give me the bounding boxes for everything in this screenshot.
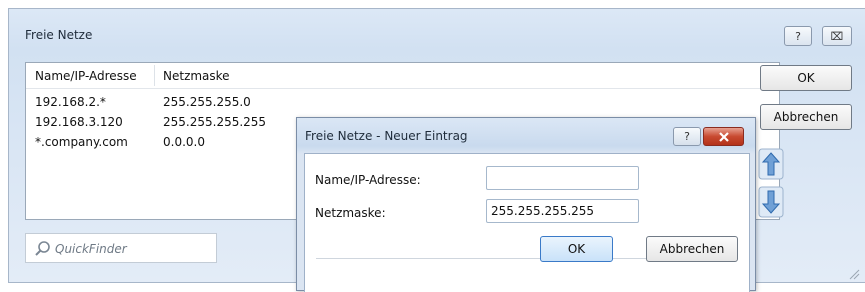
new-entry-ok-button[interactable]: OK <box>540 236 613 262</box>
cell-name: *.company.com <box>35 135 128 149</box>
ok-button[interactable]: OK <box>760 65 852 91</box>
new-entry-close-button[interactable] <box>703 127 744 146</box>
table-row[interactable]: 192.168.2.* 255.255.255.0 <box>26 95 779 115</box>
dialog-title: Freie Netze <box>25 28 93 42</box>
column-header-mask[interactable]: Netzmaske <box>163 69 230 83</box>
resize-grip-icon[interactable] <box>848 268 860 280</box>
arrow-down-icon <box>758 186 784 218</box>
new-entry-cancel-button[interactable]: Abbrechen <box>646 236 738 262</box>
cell-name: 192.168.2.* <box>35 95 106 109</box>
column-separator[interactable] <box>154 65 155 86</box>
quickfinder-placeholder: QuickFinder <box>55 242 127 256</box>
new-entry-help-button[interactable]: ? <box>673 127 701 146</box>
new-entry-form: Name/IP-Adresse: Netzmaske: <box>304 153 750 292</box>
move-up-button[interactable] <box>758 148 784 180</box>
cell-mask: 0.0.0.0 <box>163 135 205 149</box>
netmask-label: Netzmaske: <box>315 206 386 220</box>
name-label: Name/IP-Adresse: <box>315 173 421 187</box>
list-header: Name/IP-Adresse Netzmaske <box>26 63 779 89</box>
close-icon <box>718 131 729 142</box>
help-button[interactable]: ? <box>784 26 812 46</box>
quickfinder-input[interactable]: QuickFinder <box>25 233 217 263</box>
cell-mask: 255.255.255.0 <box>163 95 251 109</box>
new-entry-dialog-title: Freie Netze - Neuer Eintrag <box>305 129 468 143</box>
close-icon: ⌧ <box>830 29 844 43</box>
search-icon <box>35 241 50 256</box>
close-button[interactable]: ⌧ <box>822 26 852 46</box>
move-down-button[interactable] <box>758 186 784 218</box>
cell-name: 192.168.3.120 <box>35 115 123 129</box>
new-entry-dialog: Freie Netze - Neuer Eintrag ? Name/IP-Ad… <box>296 117 756 292</box>
netmask-field[interactable] <box>486 199 639 223</box>
help-icon: ? <box>684 130 690 143</box>
cell-mask: 255.255.255.255 <box>163 115 267 129</box>
column-header-name[interactable]: Name/IP-Adresse <box>35 69 137 83</box>
cancel-button[interactable]: Abbrechen <box>760 104 852 130</box>
help-icon: ? <box>795 29 801 43</box>
arrow-up-icon <box>758 148 784 180</box>
name-field[interactable] <box>486 166 639 190</box>
